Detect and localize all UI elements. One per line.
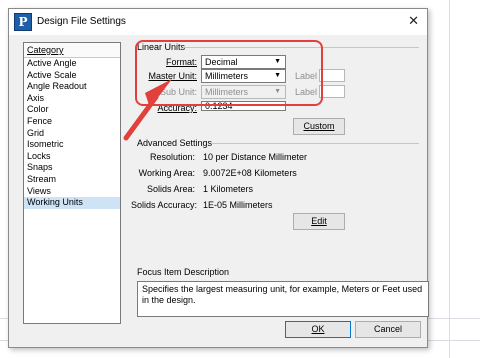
category-item[interactable]: Views	[24, 186, 120, 198]
dialog-title: Design File Settings	[37, 16, 126, 27]
category-header[interactable]: Category	[24, 43, 120, 58]
solids-accuracy-label: Solids Accuracy:	[131, 200, 198, 210]
annotation-highlight-box	[135, 40, 323, 106]
edit-button[interactable]: Edit	[293, 213, 345, 230]
resolution-label: Resolution:	[149, 152, 195, 162]
category-item[interactable]: Active Angle	[24, 58, 120, 70]
focus-item-description: Specifies the largest measuring unit, fo…	[137, 281, 429, 317]
solids-area-value: 1 Kilometers	[203, 184, 254, 194]
category-item[interactable]: Working Units	[24, 197, 120, 209]
design-file-settings-dialog: P Design File Settings ✕ Category Active…	[8, 8, 429, 348]
category-item[interactable]: Axis	[24, 93, 120, 105]
app-icon: P	[14, 13, 32, 31]
category-item[interactable]: Stream	[24, 174, 120, 186]
category-item[interactable]: Snaps	[24, 162, 120, 174]
title-bar: P Design File Settings ✕	[9, 9, 427, 35]
category-item[interactable]: Color	[24, 104, 120, 116]
focus-item-title: Focus Item Description	[137, 267, 230, 277]
working-area-value: 9.0072E+08 Kilometers	[203, 168, 297, 178]
cancel-button[interactable]: Cancel	[355, 321, 421, 338]
custom-button[interactable]: Custom	[293, 118, 345, 135]
ok-button[interactable]: OK	[285, 321, 351, 338]
working-area-label: Working Area:	[138, 168, 195, 178]
resolution-value: 10 per Distance Millimeter	[203, 152, 308, 162]
close-icon[interactable]: ✕	[408, 13, 419, 29]
category-item[interactable]: Locks	[24, 151, 120, 163]
solids-accuracy-value: 1E-05 Millimeters	[203, 200, 273, 210]
category-item[interactable]: Fence	[24, 116, 120, 128]
category-item[interactable]: Grid	[24, 128, 120, 140]
background-line	[449, 0, 450, 358]
category-item[interactable]: Angle Readout	[24, 81, 120, 93]
category-list[interactable]: Category Active Angle Active Scale Angle R…	[23, 42, 121, 324]
category-item[interactable]: Active Scale	[24, 70, 120, 82]
advanced-settings-title: Advanced Settings	[137, 138, 213, 148]
solids-area-label: Solids Area:	[146, 184, 195, 194]
divider	[211, 143, 419, 144]
category-item[interactable]: Isometric	[24, 139, 120, 151]
